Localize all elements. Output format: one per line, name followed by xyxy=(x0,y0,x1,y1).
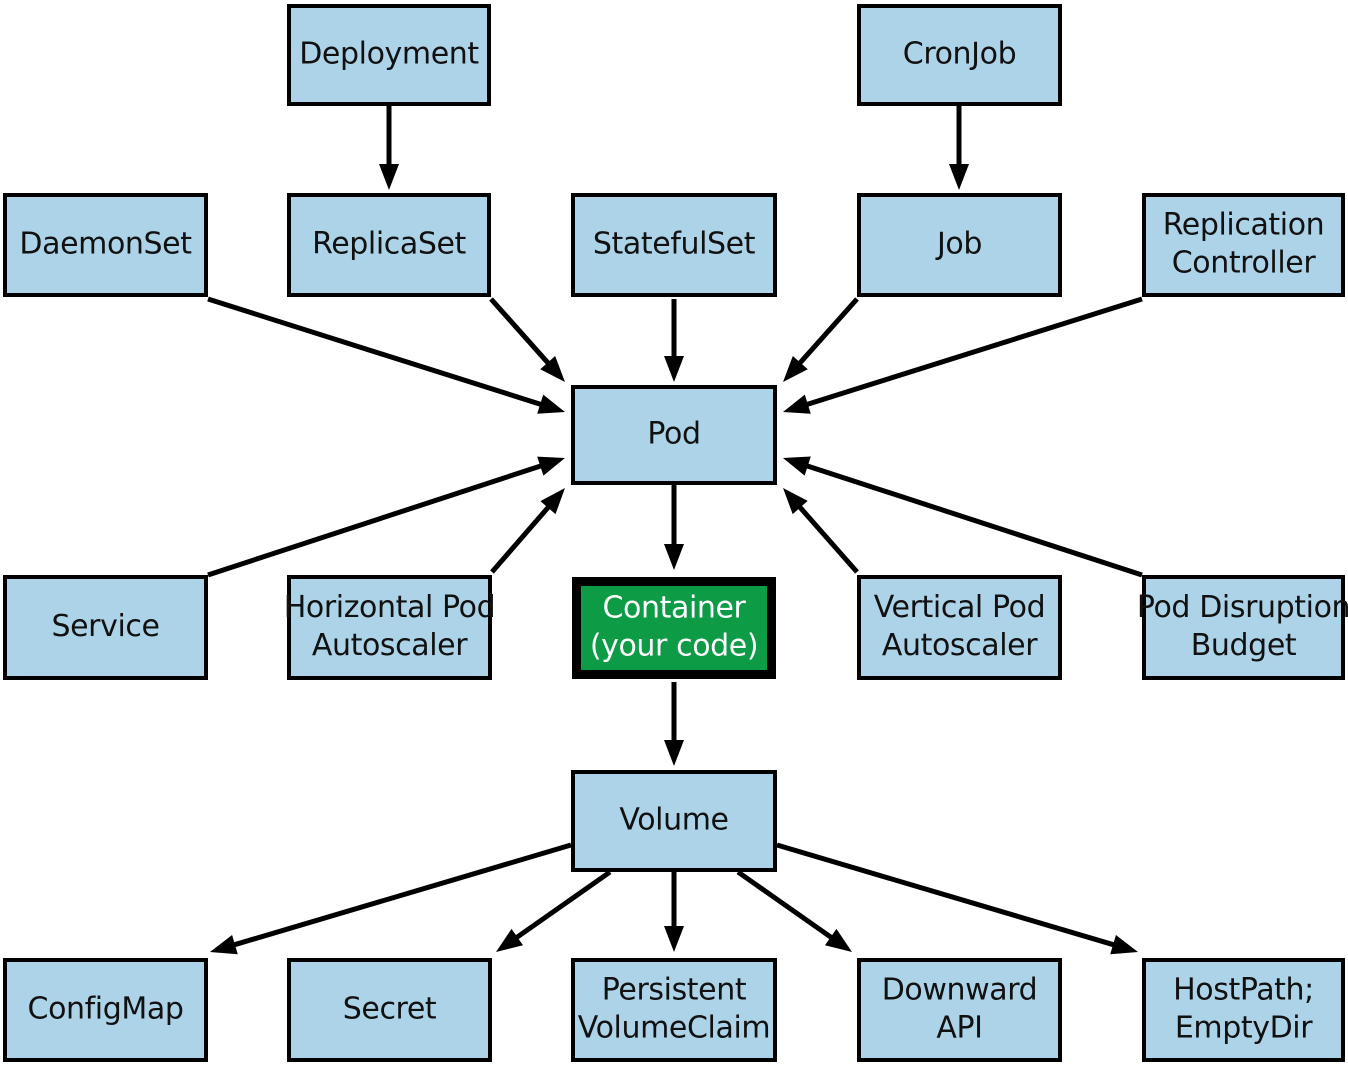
edge-line xyxy=(801,461,1143,578)
node-pod[interactable]: Pod xyxy=(571,385,777,485)
node-container[interactable]: Container(your code) xyxy=(572,577,776,679)
arrow-head-icon xyxy=(783,394,811,414)
node-downwardapi[interactable]: DownwardAPI xyxy=(857,958,1062,1062)
arrow-head-icon xyxy=(783,456,811,476)
arrow-head-icon xyxy=(496,928,524,952)
node-label: Pod Disruption xyxy=(1137,590,1348,625)
edge-line xyxy=(207,461,547,578)
diagram-canvas: Deployment CronJob DaemonSet ReplicaSet Stat… xyxy=(3,4,1348,1062)
edge-line xyxy=(794,297,859,369)
node-pvc[interactable]: PersistentVolumeClaim xyxy=(571,958,777,1062)
edge-line xyxy=(510,869,612,943)
arrow-head-icon xyxy=(824,928,852,952)
edge-line xyxy=(207,296,547,409)
node-label: ReplicaSet xyxy=(312,227,466,262)
node-label: Downward xyxy=(882,973,1038,1008)
edge-replicaset-pod xyxy=(489,297,565,382)
node-label: Persistent xyxy=(602,973,747,1008)
edge-cronjob-job xyxy=(949,106,969,190)
node-secret[interactable]: Secret xyxy=(287,958,492,1062)
node-service[interactable]: Service xyxy=(3,575,208,680)
arrow-head-icon xyxy=(537,456,565,476)
node-configmap[interactable]: ConfigMap xyxy=(3,958,208,1062)
edge-job-pod xyxy=(783,297,859,382)
node-label: Autoscaler xyxy=(312,628,468,663)
node-label: Job xyxy=(935,227,982,262)
edge-vpa-pod xyxy=(783,488,859,574)
edge-line xyxy=(228,842,572,949)
edge-container-volume xyxy=(664,682,684,766)
node-label: Deployment xyxy=(299,37,479,72)
node-label: Pod xyxy=(647,417,700,452)
node-label: Vertical Pod xyxy=(874,590,1045,625)
node-label: VolumeClaim xyxy=(578,1011,770,1046)
node-hostpath[interactable]: HostPath;EmptyDir xyxy=(1142,958,1345,1062)
edge-line xyxy=(794,501,859,574)
edge-line xyxy=(776,842,1120,949)
node-label: HostPath; xyxy=(1173,973,1314,1008)
edge-replicationcontroller-pod xyxy=(783,296,1143,414)
node-cronjob[interactable]: CronJob xyxy=(857,4,1062,106)
node-statefulset[interactable]: StatefulSet xyxy=(571,193,777,297)
arrow-head-icon xyxy=(379,164,399,190)
edge-volume-downwardapi xyxy=(736,869,852,952)
node-vpa[interactable]: Vertical PodAutoscaler xyxy=(857,575,1062,680)
edge-statefulset-pod xyxy=(664,299,684,382)
node-label: Volume xyxy=(619,803,728,838)
edge-hpa-pod xyxy=(490,488,565,574)
node-label: Budget xyxy=(1191,628,1297,663)
edge-line xyxy=(801,296,1143,409)
edge-line xyxy=(736,869,838,943)
edge-service-pod xyxy=(207,456,565,578)
arrow-head-icon xyxy=(664,356,684,382)
edge-volume-pvc xyxy=(664,872,684,952)
node-job[interactable]: Job xyxy=(857,193,1062,297)
node-label: DaemonSet xyxy=(19,227,192,262)
arrow-head-icon xyxy=(664,926,684,952)
edge-line xyxy=(489,297,554,369)
node-label: Secret xyxy=(343,992,437,1027)
arrow-head-icon xyxy=(210,935,238,955)
node-label: Container xyxy=(602,591,746,626)
edge-daemonset-pod xyxy=(207,296,565,414)
arrow-head-icon xyxy=(1110,935,1138,955)
arrow-head-icon xyxy=(664,544,684,570)
arrow-head-icon xyxy=(537,394,565,414)
node-replicaset[interactable]: ReplicaSet xyxy=(287,193,491,297)
node-label: (your code) xyxy=(590,629,758,664)
node-label: Replication xyxy=(1163,208,1325,243)
kubernetes-object-diagram: Deployment CronJob DaemonSet ReplicaSet Stat… xyxy=(0,0,1348,1068)
node-label: StatefulSet xyxy=(593,227,756,262)
node-label: Controller xyxy=(1172,246,1317,281)
edge-pdb-pod xyxy=(783,456,1143,578)
arrow-head-icon xyxy=(949,164,969,190)
arrow-head-icon xyxy=(664,740,684,766)
node-deployment[interactable]: Deployment xyxy=(287,4,491,106)
node-label: EmptyDir xyxy=(1175,1011,1313,1046)
edge-deployment-replicaset xyxy=(379,106,399,190)
node-replicationcontroller[interactable]: ReplicationController xyxy=(1142,193,1345,297)
node-label: Autoscaler xyxy=(882,628,1038,663)
node-label: CronJob xyxy=(903,37,1016,72)
edge-volume-secret xyxy=(496,869,612,952)
node-label: Horizontal Pod xyxy=(284,590,496,625)
node-volume[interactable]: Volume xyxy=(571,770,777,872)
node-label: ConfigMap xyxy=(28,992,184,1027)
edge-line xyxy=(490,501,554,574)
edge-pod-container xyxy=(664,485,684,570)
node-pdb[interactable]: Pod DisruptionBudget xyxy=(1137,575,1348,680)
node-hpa[interactable]: Horizontal PodAutoscaler xyxy=(284,575,496,680)
node-daemonset[interactable]: DaemonSet xyxy=(3,193,208,297)
node-label: API xyxy=(936,1011,982,1046)
node-label: Service xyxy=(51,609,159,644)
